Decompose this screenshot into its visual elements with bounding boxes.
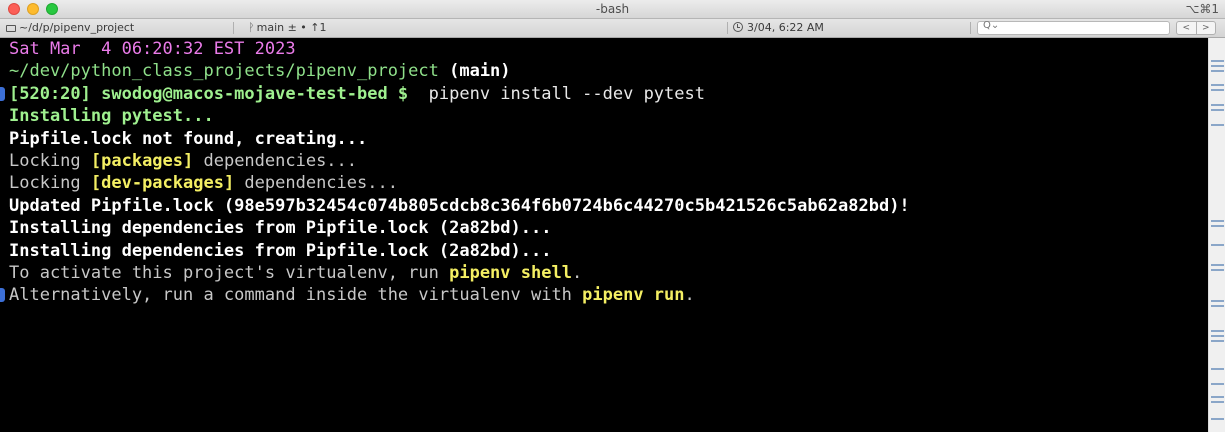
divider — [970, 22, 971, 34]
terminal-line: Sat Mar 4 06:20:32 EST 2023 — [0, 38, 1208, 60]
mark-tick — [1211, 368, 1224, 370]
terminal-line: [520:20] swodog@macos-mojave-test-bed $ … — [0, 83, 1208, 105]
terminal-line: Locking [dev-packages] dependencies... — [0, 172, 1208, 194]
window-title: -bash — [595, 2, 630, 16]
terminal-line: Installing dependencies from Pipfile.loc… — [0, 240, 1208, 262]
cwd-path: ~/dev/python_class_projects/pipenv_proje… — [9, 61, 439, 82]
prompt-mark — [0, 86, 5, 101]
path-component[interactable]: ~/d/p/pipenv_project — [6, 19, 134, 37]
previous-button[interactable]: < — [1177, 22, 1197, 34]
mark-tick — [1211, 401, 1224, 403]
mark-tick — [1211, 225, 1224, 227]
git-component[interactable]: ᚹ main ± • ↑1 — [248, 19, 327, 37]
search-icon: Q⌄ — [983, 20, 1000, 31]
command-text: pipenv install --dev pytest — [418, 83, 705, 104]
mark-tick — [1211, 396, 1224, 398]
output-text: Updated Pipfile.lock (98e597b32454c074b8… — [9, 195, 910, 216]
title-bar[interactable]: -bash ⌥⌘1 — [0, 0, 1225, 19]
mark-tick — [1211, 418, 1224, 420]
mark-tick — [1211, 330, 1224, 332]
output-highlight: pipenv shell — [449, 262, 572, 283]
terminal-output[interactable]: Sat Mar 4 06:20:32 EST 2023 ~/dev/python… — [0, 38, 1208, 432]
terminal-window: -bash ⌥⌘1 ~/d/p/pipenv_project ᚹ main ± •… — [0, 0, 1225, 432]
terminal-line: Updated Pipfile.lock (98e597b32454c074b8… — [0, 195, 1208, 217]
terminal-line: Installing dependencies from Pipfile.loc… — [0, 217, 1208, 239]
next-button[interactable]: > — [1197, 22, 1216, 34]
output-text: Locking — [9, 150, 91, 171]
output-text: . — [684, 285, 695, 306]
mark-tick — [1211, 269, 1224, 271]
current-path: ~/d/p/pipenv_project — [19, 21, 135, 34]
output-text: Alternatively, run a command inside the … — [9, 285, 583, 306]
output-text: Installing dependencies from Pipfile.loc… — [9, 240, 552, 261]
mark-tick — [1211, 300, 1224, 302]
mark-tick — [1211, 340, 1224, 342]
mark-tick — [1211, 264, 1224, 266]
output-text: Locking — [9, 173, 91, 194]
mark-tick — [1211, 89, 1224, 91]
mark-tick — [1211, 104, 1224, 106]
divider — [727, 22, 728, 34]
terminal-line: Locking [packages] dependencies... — [0, 150, 1208, 172]
terminal-line: ~/dev/python_class_projects/pipenv_proje… — [0, 60, 1208, 82]
nav-buttons: < > — [1176, 21, 1216, 35]
mark-tick — [1211, 335, 1224, 337]
clock-component[interactable]: 3/04, 6:22 AM — [733, 19, 824, 37]
mark-tick — [1211, 124, 1224, 126]
clock-icon — [733, 22, 743, 32]
output-text: Pipfile.lock not found, creating... — [9, 128, 368, 149]
output-highlight: [dev-packages] — [90, 173, 235, 194]
prompt-mark — [0, 288, 5, 303]
output-highlight: [packages] — [90, 150, 194, 171]
terminal-line: Pipfile.lock not found, creating... — [0, 128, 1208, 150]
mark-tick — [1211, 84, 1224, 86]
mark-tick — [1211, 60, 1224, 62]
folder-icon — [6, 25, 16, 32]
output-text: Installing pytest... — [9, 106, 214, 127]
terminal-line: To activate this project's virtualenv, r… — [0, 262, 1208, 284]
output-highlight: pipenv run — [582, 285, 685, 306]
prompt: [520:20] swodog@macos-mojave-test-bed $ — [9, 83, 419, 104]
git-branch-label: (main) — [438, 61, 511, 82]
branch-icon: ᚹ — [248, 21, 255, 34]
mark-tick — [1211, 244, 1224, 246]
output-text: To activate this project's virtualenv, r… — [9, 262, 450, 283]
output-text: . — [571, 262, 583, 283]
output-text: dependencies... — [193, 150, 358, 171]
git-branch-status: main ± • ↑1 — [256, 21, 327, 34]
mark-tick — [1211, 383, 1224, 385]
datetime: 3/04, 6:22 AM — [747, 21, 824, 34]
output-text: dependencies... — [234, 173, 398, 194]
scrollbar[interactable] — [1208, 38, 1225, 432]
status-bar: ~/d/p/pipenv_project ᚹ main ± • ↑1 3/04, … — [0, 19, 1225, 38]
terminal-line: Installing pytest... — [0, 105, 1208, 127]
divider — [233, 22, 234, 34]
mark-tick — [1211, 70, 1224, 72]
mark-tick — [1211, 220, 1224, 222]
terminal-line: Alternatively, run a command inside the … — [0, 284, 1208, 306]
mark-tick — [1211, 305, 1224, 307]
mark-tick — [1211, 65, 1224, 67]
search-input[interactable]: Q⌄ — [977, 20, 1170, 35]
output-text: Installing dependencies from Pipfile.loc… — [9, 218, 552, 239]
date-output: Sat Mar 4 06:20:32 EST 2023 — [9, 39, 296, 59]
mark-tick — [1211, 109, 1224, 111]
window-shortcut: ⌥⌘1 — [1185, 2, 1219, 16]
